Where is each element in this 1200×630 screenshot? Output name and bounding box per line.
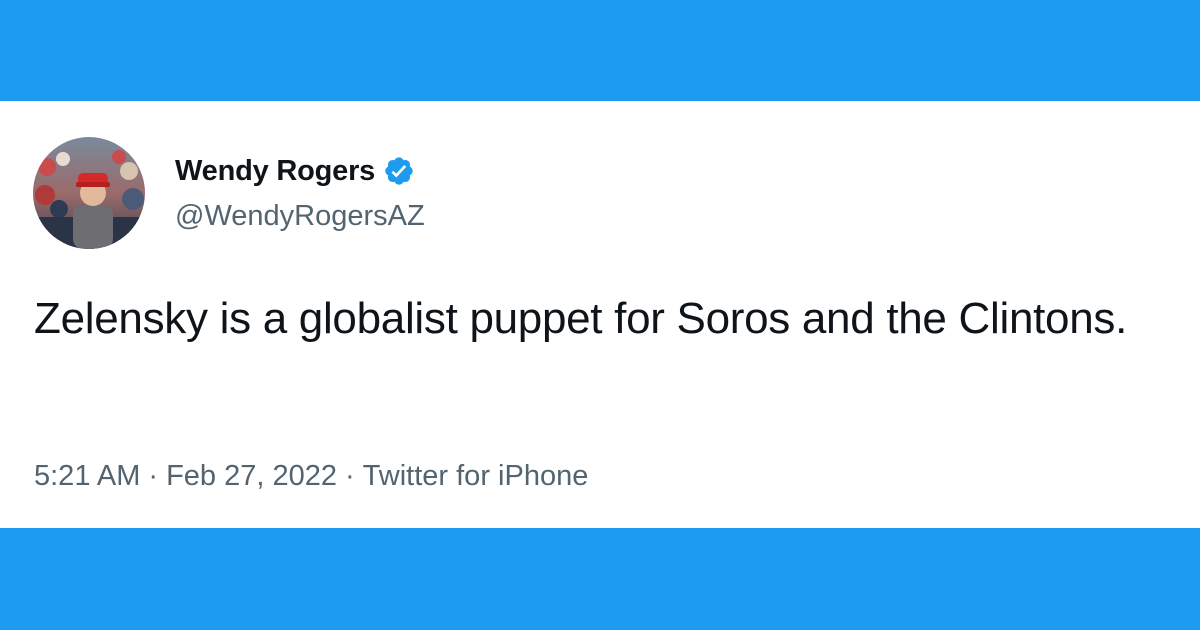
avatar[interactable] (33, 137, 145, 249)
top-banner (0, 0, 1200, 101)
verified-badge-icon (383, 155, 415, 187)
tweet-card: Wendy Rogers @WendyRogersAZ Zelensky is … (0, 101, 1200, 528)
tweet-text: Zelensky is a globalist puppet for Soros… (34, 294, 1127, 343)
display-name[interactable]: Wendy Rogers (175, 155, 375, 188)
share-image: Wendy Rogers @WendyRogersAZ Zelensky is … (0, 0, 1200, 630)
meta-separator: · (345, 460, 355, 492)
bottom-banner (0, 528, 1200, 630)
meta-separator: · (148, 460, 159, 492)
author-name-row: Wendy Rogers (175, 153, 415, 189)
avatar-photo (33, 137, 145, 249)
tweet-time[interactable]: 5:21 AM (34, 460, 140, 493)
tweet-date[interactable]: Feb 27, 2022 (166, 460, 337, 493)
tweet-metadata: 5:21 AM · Feb 27, 2022 · Twitter for iPh… (34, 460, 588, 493)
tweet-source[interactable]: Twitter for iPhone (363, 460, 589, 493)
author-handle[interactable]: @WendyRogersAZ (175, 200, 425, 233)
